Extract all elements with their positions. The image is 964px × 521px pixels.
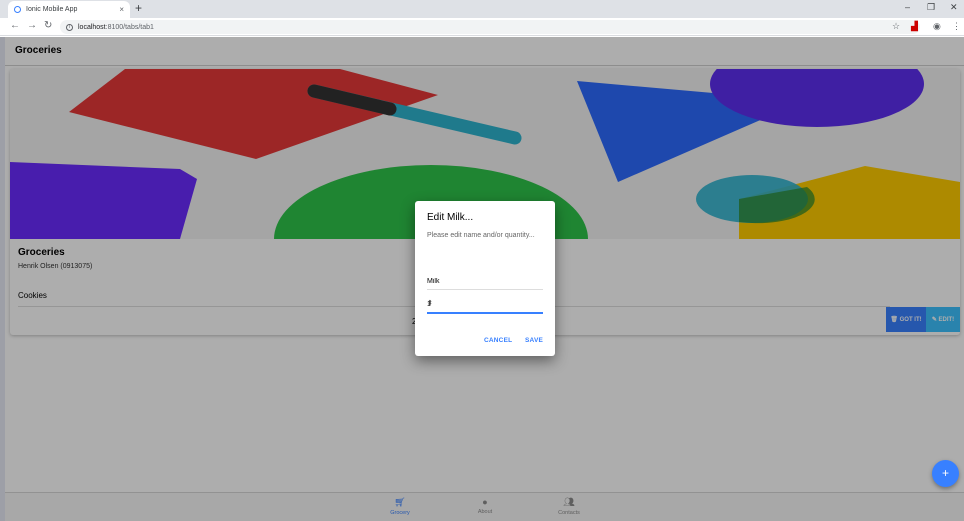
app-viewport: Groceries Groceries Henrik Olsen (091307… — [0, 37, 964, 521]
quantity-field[interactable]: 1 ⬍ — [427, 298, 543, 314]
new-tab-button[interactable]: + — [135, 1, 142, 15]
back-icon[interactable]: ← — [10, 20, 20, 31]
save-button[interactable]: SAVE — [525, 337, 543, 344]
restore-icon[interactable]: ❐ — [927, 2, 935, 13]
url-host: localhost — [78, 23, 106, 31]
minimize-icon[interactable]: – — [905, 2, 910, 12]
pdf-extension-icon[interactable]: ▟ — [911, 21, 918, 32]
url-path: :8100/tabs/tab1 — [105, 23, 154, 31]
cancel-button[interactable]: CANCEL — [484, 337, 512, 344]
menu-icon[interactable]: ⋮ — [952, 21, 961, 32]
dialog-message: Please edit name and/or quantity... — [427, 232, 535, 239]
account-icon[interactable]: ◉ — [933, 21, 941, 32]
address-bar-row: ← → ↻ i localhost:8100/tabs/tab1 ☆ ▟ ◉ ⋮ — [0, 18, 964, 36]
tab-close-icon[interactable]: × — [119, 5, 124, 14]
reload-icon[interactable]: ↻ — [44, 20, 52, 31]
browser-tab[interactable]: Ionic Mobile App × — [8, 1, 130, 18]
quantity-stepper-icon[interactable]: ⬍ — [427, 299, 543, 307]
browser-tab-title: Ionic Mobile App — [26, 6, 78, 13]
add-fab-button[interactable]: + — [932, 460, 959, 487]
name-field[interactable] — [427, 274, 543, 290]
bookmark-star-icon[interactable]: ☆ — [892, 21, 900, 32]
forward-icon[interactable]: → — [27, 20, 37, 31]
dialog-title: Edit Milk... — [427, 212, 474, 223]
edit-item-dialog: Edit Milk... Please edit name and/or qua… — [415, 201, 555, 356]
ionic-favicon-icon — [14, 6, 21, 13]
browser-tab-strip: Ionic Mobile App × + – ❐ ✕ — [0, 0, 964, 18]
url-field[interactable]: i localhost:8100/tabs/tab1 — [60, 20, 920, 34]
info-icon[interactable]: i — [66, 23, 73, 31]
window-close-icon[interactable]: ✕ — [950, 2, 958, 13]
